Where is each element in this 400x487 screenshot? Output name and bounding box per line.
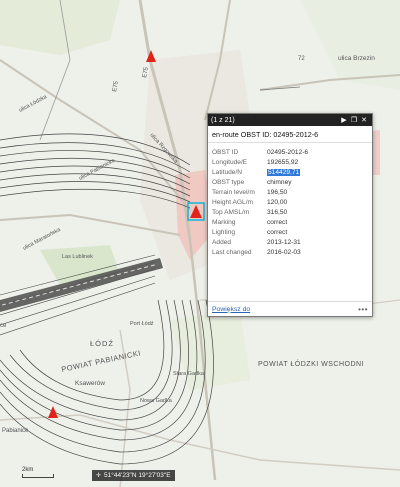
popup-counter: (1 z 21): [211, 116, 235, 124]
attribute-value: 2013-12-31: [267, 239, 301, 247]
attribute-row: Last changed 2016-02-03: [212, 248, 308, 258]
attribute-value: correct: [267, 219, 288, 227]
attribute-value: 316,50: [267, 209, 288, 217]
attribute-key: OBST ID: [212, 148, 239, 156]
zoom-to-link[interactable]: Powiększ do: [212, 306, 358, 313]
attribute-key: Last changed: [212, 249, 252, 257]
attribute-value: 192655,92: [267, 158, 299, 166]
popup-title: en-route OBST ID: 02495-2012-6: [208, 126, 372, 143]
attribute-value: chimney: [267, 178, 292, 186]
scale-label: 2km: [22, 467, 34, 473]
play-icon[interactable]: ▶: [339, 116, 349, 124]
attribute-key: Latitude/N: [212, 168, 243, 176]
attribute-row: OBST type chimney: [212, 177, 308, 187]
attribute-row: Top AMSL/m 316,50: [212, 208, 308, 218]
attribute-key: Top AMSL/m: [212, 209, 250, 217]
scale-bar-line: [22, 474, 54, 478]
coordinate-readout: ✛ 51°44'23"N 19°27'03"E: [92, 470, 175, 481]
coordinate-text: 51°44'23"N 19°27'03"E: [104, 472, 171, 479]
attribute-value: correct: [267, 229, 288, 237]
attribute-table: OBST ID 02495-2012-6 Longitude/E 192655,92…: [212, 147, 308, 258]
map-label-n72: 72: [298, 56, 305, 62]
map-label-ulica-brzezinska: ulica Brzezin: [338, 55, 375, 62]
attribute-key: Added: [212, 239, 232, 247]
attribute-row: Height AGL/m 120,00: [212, 197, 308, 207]
map-label-powiat-lodzki-wschodni: POWIAT ŁÓDZKI WSCHODNI: [258, 359, 364, 368]
attribute-row: Longitude/E 192655,92: [212, 157, 308, 167]
attribute-value: 2016-02-03: [267, 249, 301, 257]
feature-popup: (1 z 21) ▶ ❐ ✕ en-route OBST ID: 02495-2…: [207, 113, 373, 317]
map-label-pabianice: Pabianice: [2, 428, 29, 434]
attribute-row: Latitude/N 514429,71: [212, 167, 308, 177]
attribute-key: Lighting: [212, 229, 236, 237]
crosshair-icon: ✛: [96, 473, 102, 479]
map-label-ksawerow: Ksawerów: [75, 380, 105, 387]
map-label-nowa-gadka: Nowa Gadka: [140, 398, 173, 404]
map-label-port-lodz: Port Łódź: [130, 321, 154, 327]
popup-footer: Powiększ do •••: [208, 301, 372, 316]
attribute-row: Marking correct: [212, 218, 308, 228]
map-label-las-lublinek: Las Lublinek: [62, 254, 93, 260]
attribute-row: Terrain level/m 196,50: [212, 187, 308, 197]
selected-attribute-value[interactable]: 514429,71: [267, 168, 301, 176]
attribute-key: OBST type: [212, 178, 245, 186]
map-label-stara-gadka: Stara Gadka: [173, 371, 205, 377]
attribute-key: Terrain level/m: [212, 188, 255, 196]
scale-bar: 2km: [22, 467, 54, 478]
attribute-value: 196,50: [267, 188, 288, 196]
maximize-icon[interactable]: ❐: [349, 116, 359, 124]
attribute-key: Marking: [212, 219, 236, 227]
attribute-row: Added 2013-12-31: [212, 238, 308, 248]
attribute-value: 02495-2012-6: [267, 148, 309, 156]
popup-header: (1 z 21) ▶ ❐ ✕: [208, 114, 372, 126]
attribute-row: Lighting correct: [212, 228, 308, 238]
map-label-ce: ce: [0, 323, 7, 329]
map-label-lodz: ŁÓDŹ: [90, 339, 114, 348]
more-options-button[interactable]: •••: [358, 305, 368, 314]
attribute-value: 120,00: [267, 199, 288, 207]
attribute-key: Height AGL/m: [212, 199, 254, 207]
attribute-key: Longitude/E: [212, 158, 248, 166]
close-icon[interactable]: ✕: [359, 116, 369, 124]
attribute-row: OBST ID 02495-2012-6: [212, 147, 308, 157]
